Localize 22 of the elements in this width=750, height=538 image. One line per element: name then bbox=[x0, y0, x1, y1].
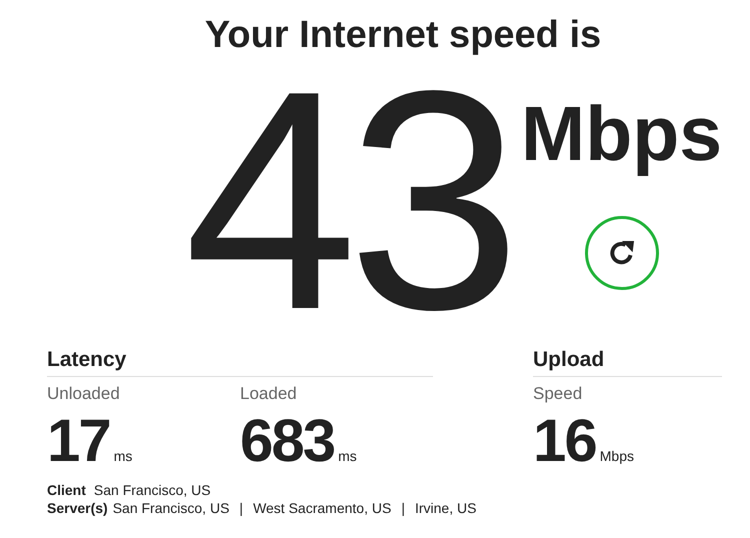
metric-label: Loaded bbox=[240, 383, 298, 405]
server-location: West Sacramento, US bbox=[253, 499, 392, 517]
speed-heading: Your Internet speed is bbox=[204, 13, 602, 58]
metric-value: 16 bbox=[533, 411, 596, 471]
speed-unit: Mbps bbox=[521, 94, 722, 174]
metric-value: 17 bbox=[47, 411, 110, 471]
metric-label: Speed bbox=[533, 383, 584, 405]
metric-unit: Mbps bbox=[600, 447, 634, 466]
servers-label: Server(s) bbox=[47, 499, 108, 517]
server-location: San Francisco, US bbox=[112, 499, 230, 517]
speed-value: 43 bbox=[184, 66, 512, 336]
metric-value: 683 bbox=[240, 411, 334, 471]
metric-unit: ms bbox=[338, 447, 357, 466]
client-location: San Francisco, US bbox=[94, 481, 211, 499]
section-heading: Upload bbox=[533, 346, 722, 377]
metric-unit: ms bbox=[114, 447, 132, 466]
metric-label: Unloaded bbox=[47, 383, 121, 405]
section-heading: Latency bbox=[47, 346, 433, 377]
separator: | bbox=[401, 499, 405, 517]
client-label: Client bbox=[47, 481, 86, 499]
server-location: Irvine, US bbox=[414, 499, 476, 517]
separator: | bbox=[239, 499, 244, 517]
